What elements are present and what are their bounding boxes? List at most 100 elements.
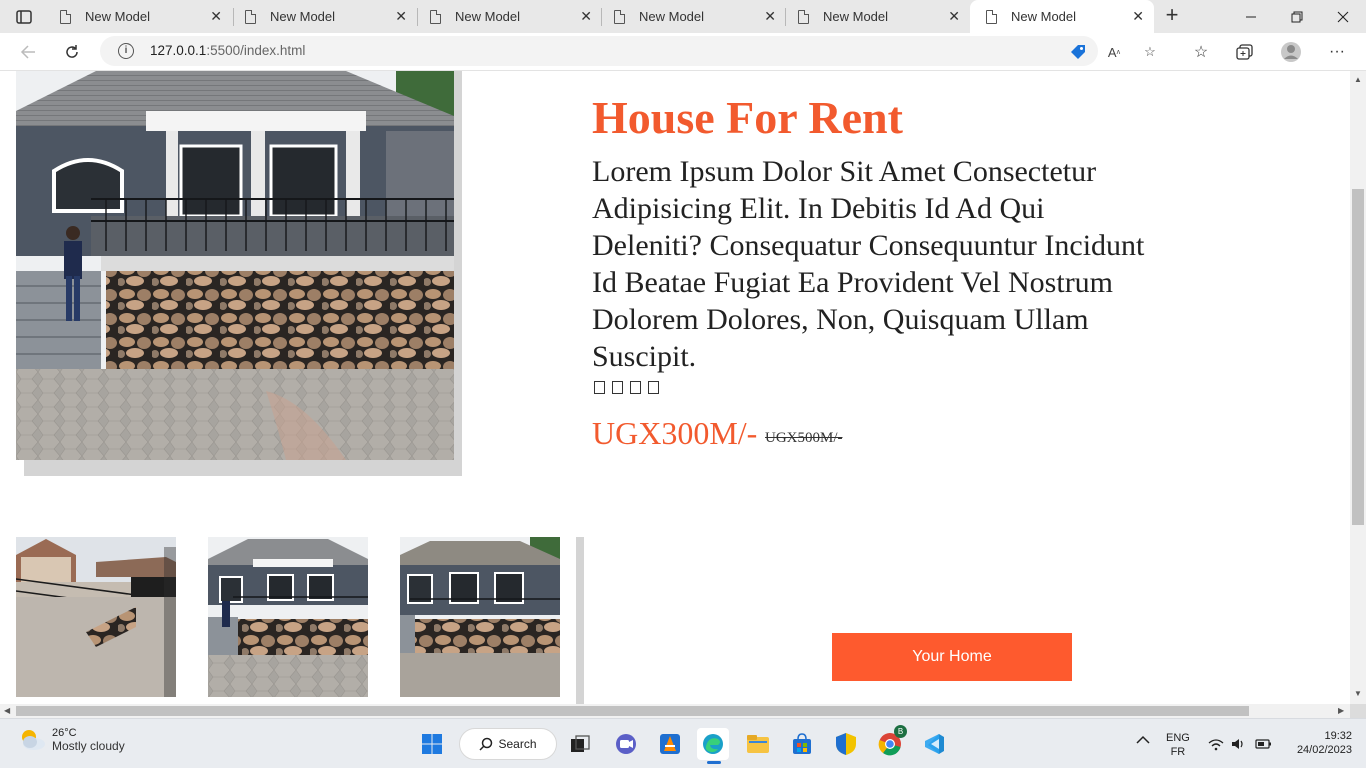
- show-hidden-icons-button[interactable]: [1136, 735, 1150, 749]
- refresh-button[interactable]: [58, 39, 86, 65]
- vscode-app[interactable]: [918, 728, 950, 760]
- star-icon: [648, 381, 659, 394]
- refresh-icon: [66, 45, 78, 58]
- tab-close-icon[interactable]: ✕: [580, 9, 592, 23]
- vertical-scrollbar[interactable]: ▲ ▼: [1350, 71, 1366, 704]
- browser-tab-2[interactable]: New Model ✕: [229, 0, 417, 33]
- tab-title: New Model: [639, 9, 705, 24]
- file-explorer-app[interactable]: [742, 728, 774, 760]
- clock-date: 24/02/2023: [1296, 744, 1352, 756]
- shopping-tag-icon[interactable]: [1068, 42, 1088, 62]
- settings-more-button[interactable]: ···: [1324, 40, 1350, 64]
- current-price: UGX300M/-: [592, 415, 758, 451]
- weather-widget[interactable]: 26°C Mostly cloudy: [18, 727, 125, 753]
- page-icon: [60, 9, 71, 24]
- page-icon: [614, 9, 625, 24]
- url-path: :5500/index.html: [206, 43, 306, 58]
- browser-tab-1[interactable]: New Model ✕: [44, 0, 232, 33]
- tab-close-icon[interactable]: ✕: [948, 9, 960, 23]
- your-home-button[interactable]: Your Home: [832, 633, 1072, 681]
- star-icon: [630, 381, 641, 394]
- back-button[interactable]: [14, 39, 42, 65]
- browser-tab-3[interactable]: New Model ✕: [414, 0, 602, 33]
- browser-toolbar: i 127.0.0.1:5500/index.html Aʌ ☆ ☆ ···: [0, 33, 1366, 71]
- browser-tab-strip: New Model ✕ New Model ✕ New Model ✕ New …: [0, 0, 1366, 33]
- tab-title: New Model: [823, 9, 889, 24]
- thumbnail-image-1[interactable]: [16, 537, 176, 697]
- minimize-button[interactable]: [1228, 0, 1274, 33]
- old-price: UGX500M/-: [765, 430, 843, 446]
- browser-tab-6-active[interactable]: New Model ✕: [970, 0, 1154, 33]
- profile-button[interactable]: [1278, 40, 1304, 64]
- chrome-app[interactable]: B: [874, 725, 907, 760]
- vscode-icon: [925, 734, 944, 754]
- thumbnail-image-3[interactable]: [400, 537, 560, 697]
- product-description: Lorem Ipsum Dolor Sit Amet Consectetur A…: [592, 155, 1145, 373]
- edge-browser-app[interactable]: [697, 728, 729, 764]
- profile-badge: B: [894, 725, 907, 738]
- scroll-right-arrow-icon[interactable]: ▶: [1338, 706, 1344, 715]
- vlc-app[interactable]: [654, 728, 686, 760]
- task-view-icon: [571, 735, 590, 752]
- language-code: ENG: [1166, 732, 1190, 744]
- avatar-icon: [1281, 42, 1301, 62]
- tab-close-icon[interactable]: ✕: [210, 9, 222, 23]
- chevron-up-icon: [1136, 735, 1150, 744]
- windows-logo-icon: [422, 734, 442, 754]
- thumbnail-divider: [576, 537, 584, 704]
- horizontal-scroll-thumb[interactable]: [16, 706, 1249, 716]
- active-app-indicator: [707, 761, 721, 764]
- security-app[interactable]: [830, 728, 862, 760]
- collections-icon: [1236, 44, 1253, 60]
- scroll-left-arrow-icon[interactable]: ◀: [4, 706, 10, 715]
- system-tray-icons: [1208, 739, 1271, 751]
- minimize-icon: [1246, 16, 1256, 17]
- new-tab-button[interactable]: +: [1160, 4, 1184, 27]
- scrollbar-corner: [1350, 704, 1366, 718]
- star-icon: [612, 381, 623, 394]
- restore-icon: [1291, 11, 1303, 22]
- tab-actions-icon: [16, 10, 32, 24]
- back-arrow-icon: [20, 45, 35, 59]
- tab-title: New Model: [455, 9, 521, 24]
- restore-button[interactable]: [1274, 0, 1320, 33]
- tab-close-icon[interactable]: ✕: [1132, 9, 1144, 23]
- teams-meet-app[interactable]: [610, 728, 642, 760]
- keyboard-layout: FR: [1170, 746, 1186, 758]
- browser-tab-5[interactable]: New Model ✕: [782, 0, 970, 33]
- microsoft-store-app[interactable]: [786, 728, 818, 760]
- tab-close-icon[interactable]: ✕: [395, 9, 407, 23]
- favorites-icon: ☆: [1193, 44, 1209, 61]
- site-info-icon[interactable]: i: [118, 43, 134, 59]
- windows-taskbar: 26°C Mostly cloudy Search B ENG FR 19:32…: [0, 718, 1366, 768]
- scroll-down-arrow-icon[interactable]: ▼: [1354, 689, 1362, 698]
- url-host: 127.0.0.1: [150, 43, 207, 58]
- scroll-up-arrow-icon[interactable]: ▲: [1354, 75, 1362, 84]
- start-button[interactable]: [416, 728, 448, 760]
- tab-title: New Model: [1011, 9, 1077, 24]
- favorites-button[interactable]: ☆: [1188, 40, 1214, 64]
- input-language-indicator[interactable]: ENG FR: [1166, 731, 1190, 759]
- close-icon: [1337, 11, 1349, 22]
- tab-actions-button[interactable]: [10, 6, 38, 28]
- collections-button[interactable]: [1232, 40, 1258, 64]
- horizontal-scrollbar[interactable]: ◀ ▶: [0, 704, 1350, 718]
- store-bag-icon: [793, 733, 811, 754]
- clock[interactable]: 19:32 24/02/2023: [1286, 729, 1352, 757]
- vertical-scroll-thumb[interactable]: [1352, 189, 1364, 525]
- add-favorite-icon[interactable]: ☆: [1140, 42, 1160, 62]
- page-viewport: House For Rent Lorem Ipsum Dolor Sit Ame…: [0, 71, 1350, 704]
- network-volume-battery[interactable]: [1208, 737, 1272, 755]
- page-title: House For Rent: [592, 92, 903, 143]
- address-bar[interactable]: i 127.0.0.1:5500/index.html Aʌ ☆: [100, 36, 1156, 66]
- tab-close-icon[interactable]: ✕: [764, 9, 776, 23]
- read-aloud-icon[interactable]: Aʌ: [1104, 42, 1124, 62]
- browser-tab-4[interactable]: New Model ✕: [598, 0, 786, 33]
- star-icon: [594, 381, 605, 394]
- thumbnail-image-2[interactable]: [208, 537, 368, 697]
- close-window-button[interactable]: [1320, 0, 1366, 33]
- url-text[interactable]: 127.0.0.1:5500/index.html: [150, 43, 305, 58]
- search-icon: [479, 737, 493, 751]
- taskbar-search[interactable]: Search: [459, 728, 557, 760]
- task-view-button[interactable]: [564, 728, 596, 760]
